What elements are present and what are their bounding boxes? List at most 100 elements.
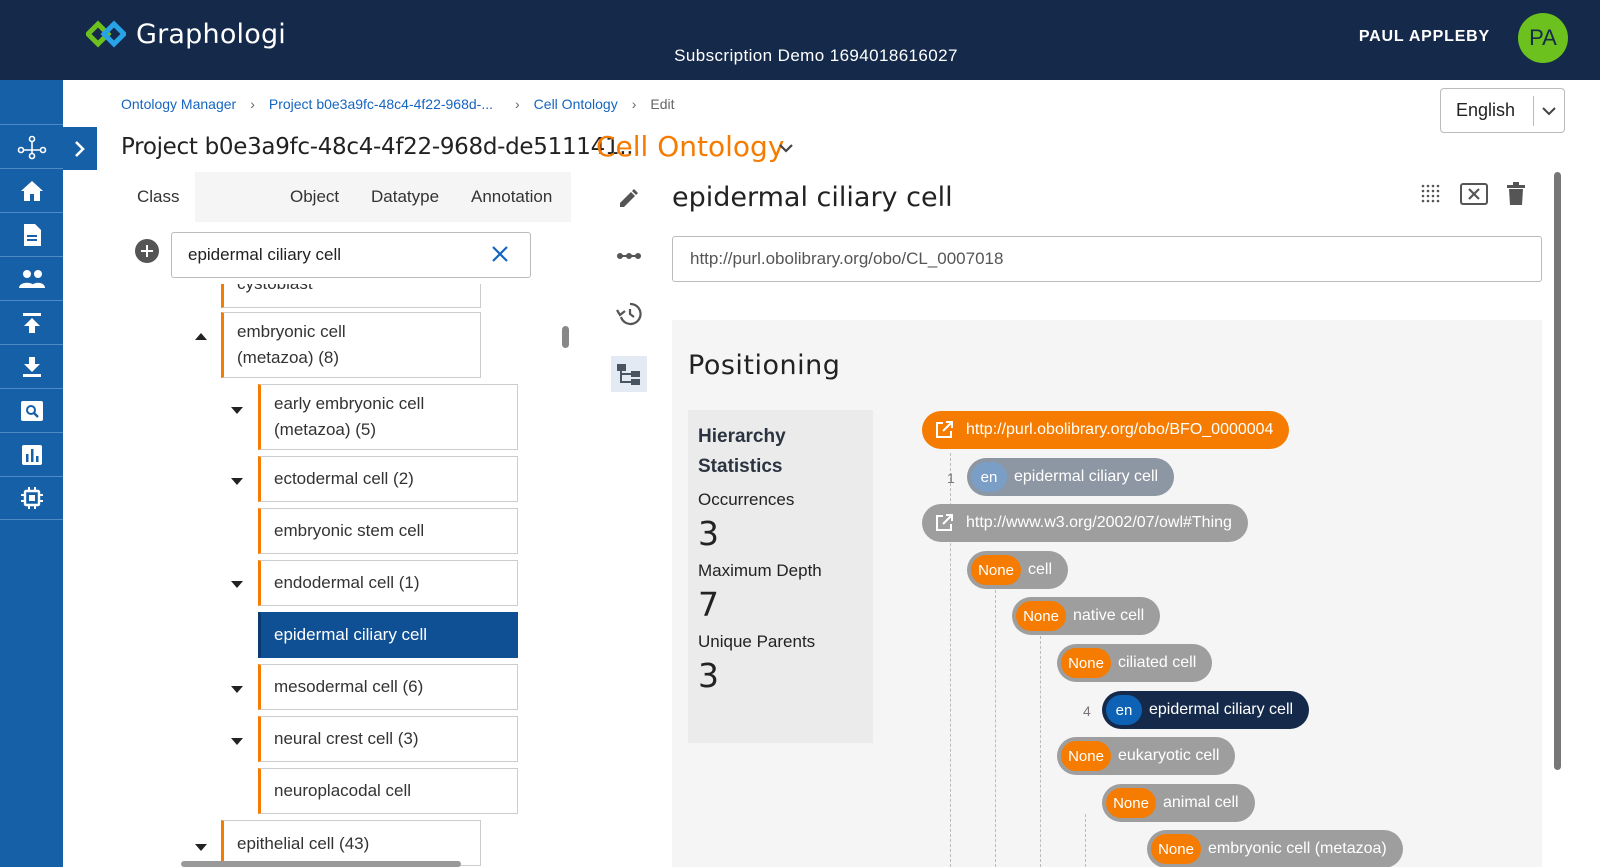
sidebar-item-users[interactable]	[0, 256, 63, 300]
tree-node[interactable]: neural crest cell (3)	[258, 716, 518, 762]
edit-pencil-icon[interactable]	[611, 180, 647, 216]
user-name[interactable]: PAUL APPLEBY	[1359, 28, 1490, 46]
chip-label: http://www.w3.org/2002/07/owl#Thing	[966, 514, 1232, 531]
ontology-dropdown-chevron-icon[interactable]	[778, 140, 794, 158]
positioning-section: Positioning Hierarchy Statistics Occurre…	[672, 320, 1542, 867]
breadcrumb: Ontology Manager › Project b0e3a9fc-48c4…	[121, 96, 675, 112]
hierarchy-root-iri[interactable]: http://www.w3.org/2002/07/owl#Thing	[922, 504, 1248, 542]
hierarchy-node[interactable]: None ciliated cell	[1057, 644, 1213, 682]
hierarchy-root-iri[interactable]: http://purl.obolibrary.org/obo/BFO_00000…	[922, 411, 1290, 449]
ontology-title[interactable]: Cell Ontology	[596, 130, 784, 163]
hierarchy-node[interactable]: None embryonic cell (metazoa)	[1147, 830, 1403, 867]
add-class-button[interactable]	[135, 239, 159, 263]
tab-class[interactable]: Class	[121, 172, 195, 222]
tree-node[interactable]: ectodermal cell (2)	[258, 456, 518, 502]
chip-label: epidermal ciliary cell	[1149, 701, 1294, 718]
hierarchy-icon[interactable]	[611, 356, 647, 392]
sidebar-item-upload[interactable]	[0, 300, 63, 344]
hierarchy-node[interactable]: None animal cell	[1102, 784, 1255, 822]
expand-caret-icon[interactable]	[231, 478, 243, 485]
hierarchy-node[interactable]: en epidermal ciliary cell	[967, 458, 1175, 496]
tree-node[interactable]: early embryonic cell (metazoa) (5)	[258, 384, 518, 450]
entity-tabs: Class Object Datatype Annotation	[121, 172, 571, 222]
breadcrumb-cell-ontology[interactable]: Cell Ontology	[534, 96, 618, 112]
sidebar-item-graph[interactable]	[0, 124, 63, 168]
project-title: Project b0e3a9fc-48c4-4f22-968d-de511141…	[121, 134, 641, 160]
tree-node[interactable]: embryonic cell (metazoa) (8)	[221, 312, 481, 378]
tree-node[interactable]: endodermal cell (1)	[258, 560, 518, 606]
tree-horizontal-scrollbar[interactable]	[181, 861, 461, 867]
tree-node[interactable]: epithelial cell (43)	[221, 820, 481, 866]
document-icon	[23, 223, 41, 246]
tree-node[interactable]: neuroplacodal cell	[258, 768, 518, 814]
breadcrumb-separator-icon: ›	[631, 96, 637, 112]
close-icon[interactable]	[490, 244, 510, 269]
collapse-caret-icon[interactable]	[195, 333, 207, 340]
sidebar-item-settings[interactable]	[0, 476, 63, 520]
sidebar-item-document[interactable]	[0, 212, 63, 256]
external-link-icon	[934, 513, 954, 533]
expand-caret-icon[interactable]	[231, 738, 243, 745]
history-icon[interactable]	[611, 296, 647, 332]
tab-annotation[interactable]: Annotation	[471, 172, 552, 222]
breadcrumb-ontology-manager[interactable]: Ontology Manager	[121, 96, 236, 112]
class-search-input[interactable]	[172, 245, 472, 265]
app-name: Graphologi	[136, 18, 286, 50]
hierarchy-current-node[interactable]: en epidermal ciliary cell	[1102, 691, 1310, 729]
tree-node-label: (metazoa) (8)	[237, 348, 340, 367]
tree-node-selected[interactable]: epidermal ciliary cell	[258, 612, 518, 658]
search-box-icon	[20, 400, 43, 421]
hierarchy-node[interactable]: None native cell	[1012, 597, 1161, 635]
tree-node-label: neural crest cell (3)	[274, 729, 419, 748]
sidebar	[0, 80, 63, 867]
chip-label: http://purl.obolibrary.org/obo/BFO_00000…	[966, 421, 1274, 438]
expand-caret-icon[interactable]	[195, 844, 207, 851]
sidebar-item-search[interactable]	[0, 388, 63, 432]
tab-datatype[interactable]: Datatype	[371, 172, 439, 222]
avatar[interactable]: PA	[1518, 13, 1568, 63]
occurrences-label: Occurrences	[698, 490, 795, 509]
unique-parents-value: 3	[698, 656, 719, 695]
iri-link-icon[interactable]	[611, 238, 647, 274]
close-box-icon[interactable]	[1460, 183, 1488, 210]
breadcrumb-project[interactable]: Project b0e3a9fc-48c4-4f22-968d-...	[269, 96, 493, 112]
trash-icon[interactable]	[1506, 182, 1526, 211]
stats-heading: Statistics	[698, 456, 783, 477]
language-badge: en	[1106, 695, 1142, 725]
chip-label: eukaryotic cell	[1118, 747, 1220, 764]
chip-label: cell	[1028, 561, 1053, 578]
tree-node-label: endodermal cell (1)	[274, 573, 420, 592]
tab-object[interactable]: Object	[290, 172, 339, 222]
top-bar: Graphologi Subscription Demo 16940186160…	[0, 0, 1600, 80]
hierarchy-node[interactable]: None cell	[967, 551, 1069, 589]
class-tree: cystoblast embryonic cell (metazoa) (8) …	[121, 284, 571, 867]
expand-caret-icon[interactable]	[231, 407, 243, 414]
expand-caret-icon[interactable]	[231, 686, 243, 693]
iri-field[interactable]: http://purl.obolibrary.org/obo/CL_000701…	[672, 236, 1542, 282]
editor-scrollbar[interactable]	[1554, 172, 1561, 770]
max-depth-value: 7	[698, 585, 719, 624]
tree-node[interactable]: cystoblast	[221, 284, 481, 308]
sidebar-item-home[interactable]	[0, 168, 63, 212]
max-depth-label: Maximum Depth	[698, 561, 822, 580]
tree-node[interactable]: embryonic stem cell	[258, 508, 518, 554]
sidebar-item-chart[interactable]	[0, 432, 63, 476]
sidebar-item-download[interactable]	[0, 344, 63, 388]
sidebar-expand-button[interactable]	[63, 127, 97, 170]
users-icon	[18, 269, 45, 288]
language-select[interactable]: English	[1440, 88, 1565, 133]
expand-caret-icon[interactable]	[231, 581, 243, 588]
tree-node-label: embryonic stem cell	[274, 521, 425, 540]
chevron-right-icon	[75, 140, 85, 157]
language-badge: None	[971, 555, 1021, 585]
grid-dots-icon[interactable]	[1420, 183, 1442, 210]
chip-label: animal cell	[1163, 794, 1239, 811]
language-badge: None	[1106, 788, 1156, 818]
chip-label: epidermal ciliary cell	[1014, 468, 1159, 485]
chevron-down-icon	[1534, 106, 1564, 116]
language-badge: None	[1061, 741, 1111, 771]
tree-node[interactable]: mesodermal cell (6)	[258, 664, 518, 710]
hierarchy-node[interactable]: None eukaryotic cell	[1057, 737, 1236, 775]
tree-node-label: cystoblast	[237, 284, 313, 297]
tree-scrollbar[interactable]	[562, 326, 569, 348]
